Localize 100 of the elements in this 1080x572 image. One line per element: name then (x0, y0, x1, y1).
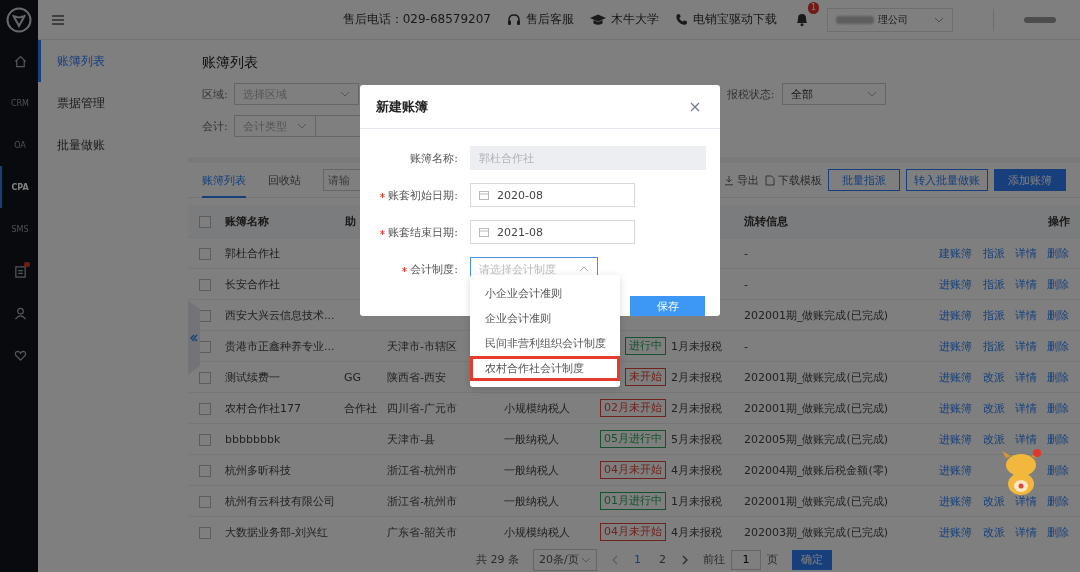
table-cell: 西安大兴云信息技术... (225, 308, 335, 322)
sidebar-item[interactable]: 票据管理 (38, 82, 188, 124)
table-cell: 2月未报税 (671, 370, 722, 384)
table-cell: 202005期_做账完成(已完成) (744, 432, 889, 446)
dropdown-option[interactable]: 企业会计准则 (470, 306, 620, 331)
confirm-button[interactable]: 确定 (792, 549, 832, 570)
action-link[interactable]: 删除 (1047, 431, 1071, 447)
table-cell: 202001期_做账完成(已完成) (744, 308, 889, 322)
page-number[interactable]: 1 (632, 553, 643, 566)
table-cell: 杭州多昕科技 (225, 463, 291, 477)
action-link[interactable]: 删除 (1047, 462, 1071, 478)
action-link[interactable]: 进账簿 (939, 524, 975, 540)
action-link[interactable]: 删除 (1047, 369, 1071, 385)
page-number[interactable]: 2 (657, 553, 668, 566)
action-link[interactable]: 详情 (1015, 338, 1039, 354)
action-link[interactable]: 建账簿 (939, 245, 975, 261)
toolbar-button[interactable]: 批量指派 (828, 169, 900, 191)
action-link[interactable]: 进账簿 (939, 369, 975, 385)
action-link[interactable]: 进账簿 (939, 493, 975, 509)
table-cell: 一般纳税人 (504, 463, 559, 477)
status-tag: 04月未开始 (600, 461, 666, 479)
company-select[interactable]: 理公司 (827, 7, 953, 32)
table-cell: 小规模纳税人 (504, 525, 570, 539)
action-link[interactable]: 删除 (1047, 307, 1071, 323)
table-cell: 202004期_做账后税金额(零) (744, 463, 889, 477)
table-cell: 天津市-市辖区 (387, 339, 457, 353)
table-cell: GG (344, 370, 362, 384)
sidebar-item[interactable]: 批量做账 (38, 124, 188, 166)
action-link[interactable]: 删除 (1047, 524, 1071, 540)
action-link[interactable]: 进账簿 (939, 400, 975, 416)
dialog-title: 新建账簿 (376, 97, 428, 116)
table-cell: 小规模纳税人 (504, 401, 570, 415)
header-link[interactable]: 电销宝驱动下载 (693, 11, 777, 28)
action-link[interactable]: 指派 (983, 245, 1007, 261)
status-tag: 04月未开始 (600, 523, 666, 541)
nav-rail-item[interactable]: SMS (0, 208, 38, 250)
action-link[interactable]: 删除 (1047, 276, 1071, 292)
action-link[interactable]: 改派 (983, 369, 1007, 385)
dropdown-option[interactable]: 小企业会计准则 (470, 281, 620, 306)
toolbar-link[interactable]: 导出 (737, 172, 759, 188)
action-link[interactable]: 进账簿 (939, 338, 975, 354)
action-link[interactable]: 详情 (1015, 307, 1039, 323)
action-link[interactable]: 详情 (1015, 369, 1039, 385)
status-tag: 05月进行中 (600, 430, 666, 448)
tab[interactable]: 回收站 (268, 162, 301, 198)
action-link[interactable]: 删除 (1047, 400, 1071, 416)
action-link[interactable]: 进账簿 (939, 307, 975, 323)
action-link[interactable]: 改派 (983, 493, 1007, 509)
table-cell: 202001期_做账完成(已完成) (744, 494, 889, 508)
nav-rail-item[interactable]: CRM (0, 82, 38, 124)
action-link[interactable]: 详情 (1015, 524, 1039, 540)
action-link[interactable]: 进账簿 (939, 431, 975, 447)
form-label: 账套初始日期: (388, 187, 458, 203)
dropdown-option[interactable]: 农村合作社会计制度 (470, 356, 620, 381)
table-cell: 202001期_做账完成(已完成) (744, 401, 889, 415)
tab[interactable]: 账簿列表 (202, 162, 246, 198)
action-link[interactable]: 指派 (983, 307, 1007, 323)
header-link[interactable]: 木牛大学 (611, 11, 659, 28)
tax-status-select[interactable]: 全部 (782, 83, 887, 105)
filter-label: 报税状态: (726, 86, 775, 102)
action-link[interactable]: 进账簿 (939, 276, 975, 292)
table-cell: 浙江省-杭州市 (387, 463, 457, 477)
action-link[interactable]: 进账簿 (939, 462, 975, 478)
toolbar-button[interactable]: 添加账簿 (994, 169, 1066, 191)
action-link[interactable]: 改派 (983, 524, 1007, 540)
table-cell: 四川省-广元市 (387, 401, 457, 415)
form-label: 会计制度: (410, 261, 458, 277)
table-cell: 202001期_做账完成(已完成) (744, 370, 889, 384)
table-cell: - (744, 246, 748, 260)
action-link[interactable]: 详情 (1015, 493, 1039, 509)
action-link[interactable]: 详情 (1015, 431, 1039, 447)
table-cell: 1月未报税 (671, 494, 722, 508)
table-cell: bbbbbbbk (225, 432, 281, 446)
action-link[interactable]: 详情 (1015, 400, 1039, 416)
action-link[interactable]: 指派 (983, 338, 1007, 354)
action-link[interactable]: 指派 (983, 276, 1007, 292)
table-cell: 农村合作社177 (225, 401, 301, 415)
table-cell: 测试续费一 (225, 370, 280, 384)
action-link[interactable]: 详情 (1015, 245, 1039, 261)
save-button[interactable]: 保存 (630, 296, 705, 316)
status-tag: 未开始 (625, 368, 666, 386)
table-cell: 贵港市正鑫种养专业... (225, 339, 335, 353)
date-field[interactable]: 2021-08 (470, 220, 635, 244)
date-field[interactable]: 2020-08 (470, 183, 635, 207)
nav-rail-item[interactable]: OA (0, 124, 38, 166)
toolbar-link[interactable]: 下载模板 (778, 172, 822, 188)
action-link[interactable]: 详情 (1015, 276, 1039, 292)
page-size-select[interactable]: 20条/页 (533, 548, 597, 571)
action-link[interactable]: 删除 (1047, 338, 1071, 354)
action-link[interactable]: 改派 (983, 431, 1007, 447)
toolbar-button[interactable]: 转入批量做账 (906, 169, 988, 191)
header-link[interactable]: 售后客服 (526, 11, 574, 28)
status-tag: 02月未开始 (600, 399, 666, 417)
action-link[interactable]: 删除 (1047, 493, 1071, 509)
page-input[interactable]: 1 (731, 549, 761, 570)
dropdown-option[interactable]: 民间非营利组织会计制度 (470, 331, 620, 356)
page-title: 账簿列表 (202, 53, 259, 72)
action-link[interactable]: 改派 (983, 400, 1007, 416)
action-link[interactable]: 删除 (1047, 245, 1071, 261)
goto-label: 前往 (703, 552, 725, 567)
